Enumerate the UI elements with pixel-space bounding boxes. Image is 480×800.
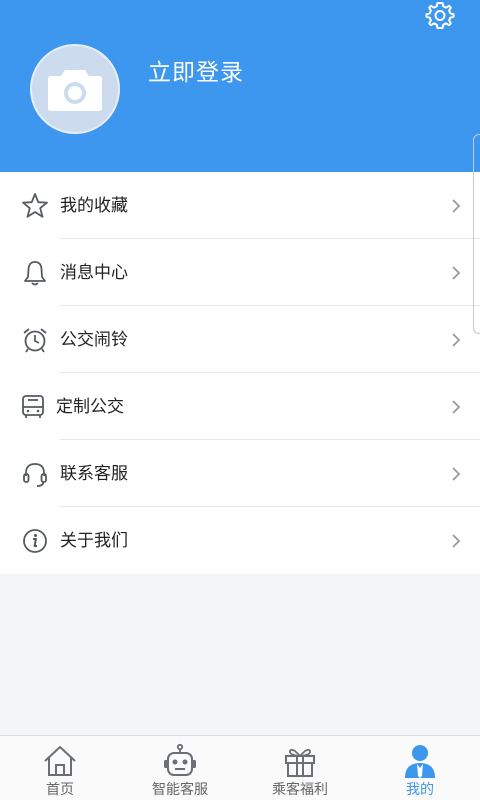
headset-icon bbox=[20, 459, 50, 489]
star-icon bbox=[20, 191, 50, 221]
edge-drawer-handle[interactable] bbox=[473, 134, 480, 334]
chevron-right-icon bbox=[448, 196, 464, 216]
avatar[interactable] bbox=[30, 44, 120, 134]
menu-item-label: 关于我们 bbox=[60, 531, 128, 551]
user-icon bbox=[400, 742, 440, 780]
alarm-clock-icon bbox=[20, 325, 50, 355]
menu-item-label: 我的收藏 bbox=[60, 196, 128, 216]
camera-icon bbox=[48, 70, 102, 111]
chevron-right-icon bbox=[448, 397, 464, 417]
chevron-right-icon bbox=[448, 330, 464, 350]
tab-smart-service[interactable]: 智能客服 bbox=[120, 736, 240, 800]
menu-item-messages[interactable]: 消息中心 bbox=[0, 239, 480, 306]
bottom-tab-bar: 首页 智能客服 乘客福利 我的 bbox=[0, 735, 480, 800]
tab-label: 智能客服 bbox=[152, 782, 208, 798]
home-icon bbox=[40, 742, 80, 780]
tab-passenger-benefits[interactable]: 乘客福利 bbox=[240, 736, 360, 800]
menu-item-customer-service[interactable]: 联系客服 bbox=[0, 440, 480, 507]
robot-icon bbox=[160, 742, 200, 780]
info-icon bbox=[20, 526, 50, 556]
gift-icon bbox=[280, 742, 320, 780]
menu-item-label: 消息中心 bbox=[60, 263, 128, 283]
menu-item-label: 联系客服 bbox=[60, 464, 128, 484]
tab-label: 乘客福利 bbox=[272, 782, 328, 798]
login-link[interactable]: 立即登录 bbox=[148, 56, 244, 90]
menu-list: 我的收藏 消息中心 公交闹铃 定制公交 联系客服 关于我们 bbox=[0, 172, 480, 574]
bell-icon bbox=[20, 258, 50, 288]
chevron-right-icon bbox=[448, 263, 464, 283]
profile-header: 立即登录 bbox=[0, 0, 480, 172]
chevron-right-icon bbox=[448, 464, 464, 484]
tab-mine[interactable]: 我的 bbox=[360, 736, 480, 800]
menu-item-custom-bus[interactable]: 定制公交 bbox=[0, 373, 480, 440]
tab-label: 我的 bbox=[406, 782, 434, 798]
menu-item-label: 公交闹铃 bbox=[60, 330, 128, 350]
tab-home[interactable]: 首页 bbox=[0, 736, 120, 800]
gear-icon bbox=[425, 2, 455, 29]
tab-label: 首页 bbox=[46, 782, 74, 798]
menu-item-bus-alarm[interactable]: 公交闹铃 bbox=[0, 306, 480, 373]
menu-item-about-us[interactable]: 关于我们 bbox=[0, 507, 480, 574]
chevron-right-icon bbox=[448, 531, 464, 551]
settings-button[interactable] bbox=[422, 0, 458, 30]
menu-item-favorites[interactable]: 我的收藏 bbox=[0, 172, 480, 239]
menu-item-label: 定制公交 bbox=[56, 397, 124, 417]
bus-icon bbox=[18, 392, 48, 422]
